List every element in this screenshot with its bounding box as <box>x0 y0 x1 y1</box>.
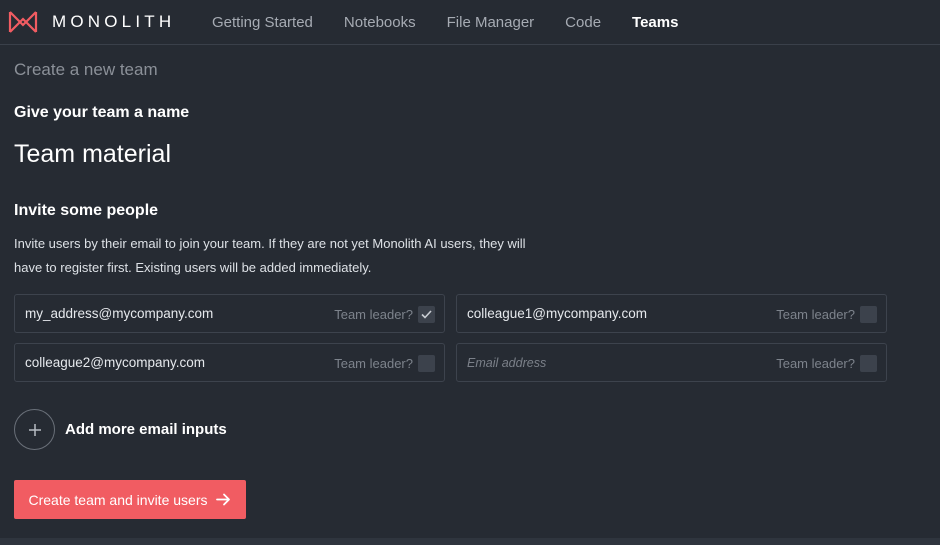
team-name-input[interactable]: Team material <box>14 140 514 169</box>
team-leader-label: Team leader? <box>334 356 413 371</box>
nav-teams[interactable]: Teams <box>632 14 678 31</box>
create-team-button-label: Create team and invite users <box>28 491 208 508</box>
arrow-right-icon <box>216 493 231 506</box>
email-input-row-2[interactable]: colleague1@mycompany.com Team leader? <box>456 294 887 333</box>
create-team-button[interactable]: Create team and invite users <box>14 480 246 519</box>
nav-notebooks[interactable]: Notebooks <box>344 14 416 31</box>
invite-description-line-2: have to register first. Existing users w… <box>14 260 372 275</box>
email-input-row-1[interactable]: my_address@mycompany.com Team leader? <box>14 294 445 333</box>
invite-heading: Invite some people <box>14 202 159 219</box>
team-leader-checkbox[interactable] <box>860 306 877 323</box>
add-email-inputs-label[interactable]: Add more email inputs <box>65 421 227 438</box>
bottom-strip <box>0 538 940 545</box>
email-input-value[interactable]: my_address@mycompany.com <box>25 306 213 321</box>
logo-text: MONOLITH <box>52 12 176 31</box>
email-input-row-3[interactable]: colleague2@mycompany.com Team leader? <box>14 343 445 382</box>
team-leader-label: Team leader? <box>776 356 855 371</box>
email-input-row-4[interactable]: Email address Team leader? <box>456 343 887 382</box>
page-title: Create a new team <box>14 60 158 79</box>
team-leader-label: Team leader? <box>776 307 855 322</box>
email-input-value[interactable]: colleague1@mycompany.com <box>467 306 647 321</box>
logo[interactable]: MONOLITH <box>8 9 175 35</box>
top-navbar: MONOLITH Getting Started Notebooks File … <box>0 0 940 45</box>
email-input-placeholder[interactable]: Email address <box>467 356 546 370</box>
add-email-inputs-button[interactable] <box>14 409 55 450</box>
team-leader-checkbox[interactable] <box>418 355 435 372</box>
plus-icon <box>28 423 41 436</box>
team-leader-label: Team leader? <box>334 307 413 322</box>
invite-description: Invite users by their email to join your… <box>14 232 604 280</box>
nav-getting-started[interactable]: Getting Started <box>212 14 313 31</box>
nav-file-manager[interactable]: File Manager <box>447 14 535 31</box>
checkmark-icon <box>421 310 432 319</box>
nav-code[interactable]: Code <box>565 14 601 31</box>
main-nav: Getting Started Notebooks File Manager C… <box>212 0 709 45</box>
email-input-value[interactable]: colleague2@mycompany.com <box>25 355 205 370</box>
team-leader-checkbox[interactable] <box>418 306 435 323</box>
monolith-logo-icon <box>8 10 38 34</box>
team-leader-checkbox[interactable] <box>860 355 877 372</box>
team-name-heading: Give your team a name <box>14 104 190 121</box>
invite-description-line-1: Invite users by their email to join your… <box>14 236 526 251</box>
